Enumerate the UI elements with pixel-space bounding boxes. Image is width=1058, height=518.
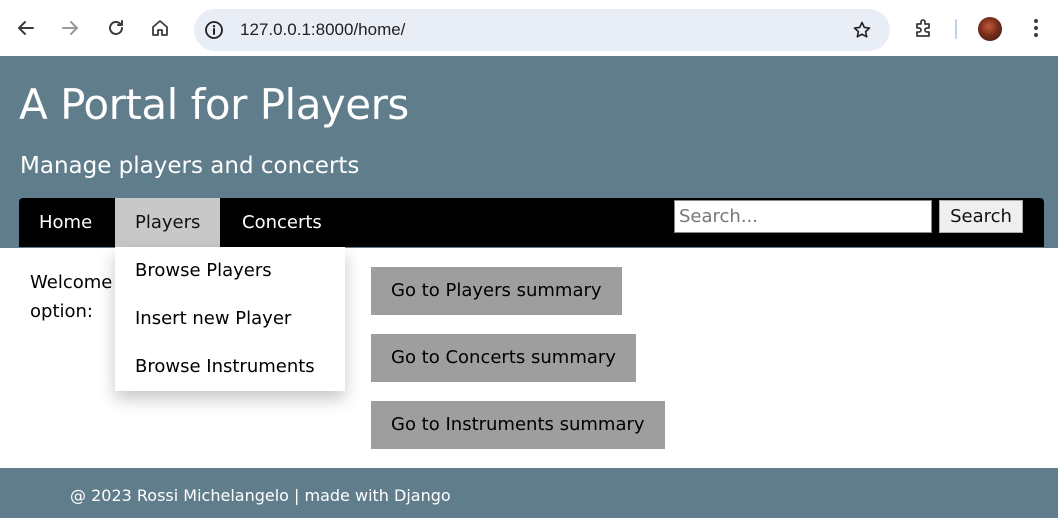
browser-toolbar: 127.0.0.1:8000/home/	[0, 0, 1058, 56]
search-input[interactable]	[674, 200, 932, 233]
forward-arrow-icon[interactable]	[58, 10, 82, 46]
page-subtitle: Manage players and concerts	[20, 153, 360, 179]
profile-avatar[interactable]	[978, 17, 1002, 41]
star-icon[interactable]	[852, 20, 872, 40]
nav-item-concerts[interactable]: Concerts	[222, 198, 342, 247]
players-dropdown-menu: Browse Players Insert new Player Browse …	[115, 247, 345, 391]
search-button[interactable]: Search	[939, 200, 1023, 233]
address-bar[interactable]: 127.0.0.1:8000/home/	[194, 9, 890, 51]
nav-item-players[interactable]: Players	[115, 198, 221, 247]
concerts-summary-button[interactable]: Go to Concerts summary	[371, 334, 636, 382]
menu-item-browse-players[interactable]: Browse Players	[135, 259, 272, 283]
site-footer: @ 2023 Rossi Michelangelo | made with Dj…	[0, 468, 1058, 518]
home-icon[interactable]	[148, 10, 172, 46]
players-summary-button[interactable]: Go to Players summary	[371, 267, 622, 315]
instruments-summary-button[interactable]: Go to Instruments summary	[371, 401, 665, 449]
nav-item-home[interactable]: Home	[19, 198, 112, 247]
footer-text: @ 2023 Rossi Michelangelo | made with Dj…	[70, 486, 451, 505]
main-navbar: Home Players Concerts Search	[19, 198, 1044, 247]
extensions-icon[interactable]	[912, 10, 936, 46]
reload-icon[interactable]	[104, 10, 128, 46]
welcome-line-1: Welcome	[30, 272, 113, 293]
toolbar-divider	[955, 19, 957, 39]
back-arrow-icon[interactable]	[14, 10, 38, 46]
welcome-line-2: option:	[30, 301, 93, 322]
kebab-menu-icon[interactable]	[1024, 10, 1048, 46]
page-title: A Portal for Players	[19, 80, 409, 129]
menu-item-browse-instruments[interactable]: Browse Instruments	[135, 355, 315, 379]
welcome-text: Welcome option:	[30, 268, 120, 326]
info-icon[interactable]	[204, 20, 224, 40]
url-text[interactable]: 127.0.0.1:8000/home/	[240, 9, 405, 51]
menu-item-insert-player[interactable]: Insert new Player	[135, 307, 291, 331]
